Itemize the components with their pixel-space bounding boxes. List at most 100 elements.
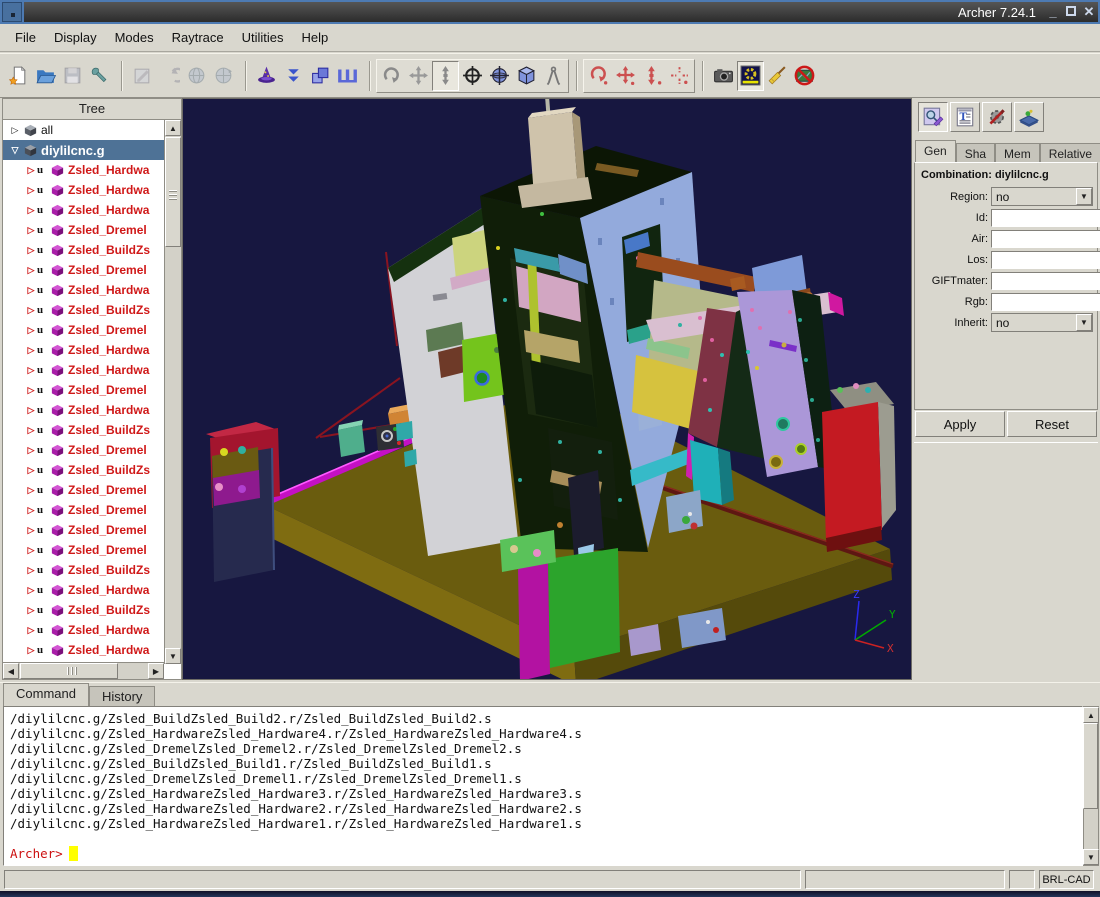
snapshot-camera-button[interactable] [710,61,737,91]
chevron-down-icon[interactable]: ▼ [1076,314,1092,331]
expander-closed-icon[interactable]: ▷ [25,385,37,396]
view-rotate-button[interactable] [378,61,405,91]
expander-closed-icon[interactable]: ▷ [25,365,37,376]
sketch-edit-button[interactable] [129,61,156,91]
expander-open-icon[interactable]: ▽ [9,145,21,156]
tree-item-Zsled_Dremel[interactable]: ▷uZsled_Dremel [3,320,164,340]
expander-closed-icon[interactable]: ▷ [25,265,37,276]
menu-utilities[interactable]: Utilities [233,27,293,48]
menu-help[interactable]: Help [293,27,338,48]
expander-closed-icon[interactable]: ▷ [25,605,37,616]
edit-scale-button[interactable] [639,61,666,91]
expander-closed-icon[interactable]: ▷ [25,565,37,576]
global-translate-button[interactable] [210,61,237,91]
rgb-field[interactable] [991,293,1100,311]
tab-sha[interactable]: Sha [956,143,995,162]
expander-closed-icon[interactable]: ▷ [25,465,37,476]
undo-button[interactable] [156,61,183,91]
console-scrollbar[interactable]: ▲ ▼ [1083,706,1099,866]
tree-item-Zsled_Dremel[interactable]: ▷uZsled_Dremel [3,520,164,540]
scroll-down-icon[interactable]: ▼ [165,648,181,664]
scroll-right-icon[interactable]: ▶ [148,663,164,679]
chevron-down-icon[interactable]: ▼ [1076,188,1092,205]
scroll-left-icon[interactable]: ◀ [3,663,19,679]
menu-raytrace[interactable]: Raytrace [163,27,233,48]
expander-closed-icon[interactable]: ▷ [25,205,37,216]
tree-item-Zsled_Hardwa[interactable]: ▷uZsled_Hardwa [3,280,164,300]
framebuffer-toggle-button[interactable] [737,61,764,91]
tree-item-diylilcnc.g[interactable]: ▽diylilcnc.g [3,140,164,160]
tree-item-Zsled_Hardwa[interactable]: ▷uZsled_Hardwa [3,580,164,600]
view-sphere-button[interactable] [486,61,513,91]
view-center-button[interactable] [459,61,486,91]
tree-item-Zsled_BuildZs[interactable]: ▷uZsled_BuildZs [3,420,164,440]
measure-calipers-button[interactable] [540,61,567,91]
expander-closed-icon[interactable]: ▷ [25,225,37,236]
scroll-up-icon[interactable]: ▲ [1083,707,1099,723]
tree-horizontal-scrollbar[interactable]: ◀ ▶ [3,662,164,679]
titlebar[interactable]: Archer 7.24.1 _ ✕ [0,0,1100,24]
inherit-dropdown[interactable]: no▼ [991,313,1093,332]
raytrace-scene-button[interactable] [1014,102,1044,132]
tree-item-Zsled_Dremel[interactable]: ▷uZsled_Dremel [3,260,164,280]
expander-closed-icon[interactable]: ▷ [25,185,37,196]
tree-item-Zsled_BuildZs[interactable]: ▷uZsled_BuildZs [3,600,164,620]
expander-closed-icon[interactable]: ▷ [25,305,37,316]
view-scale-button[interactable] [432,61,459,91]
menu-file[interactable]: File [6,27,45,48]
tree-item-Zsled_Dremel[interactable]: ▷uZsled_Dremel [3,220,164,240]
expander-closed-icon[interactable]: ▷ [25,285,37,296]
close-button[interactable]: ✕ [1080,3,1098,21]
global-rotate-button[interactable] [183,61,210,91]
edit-translate-button[interactable] [612,61,639,91]
tree-item-Zsled_BuildZs[interactable]: ▷uZsled_BuildZs [3,300,164,320]
console-scroll-thumb[interactable] [1083,723,1098,809]
combination-edit-button[interactable] [918,102,948,132]
tab-relative[interactable]: Relative [1040,143,1100,162]
view-translate-button[interactable] [405,61,432,91]
menu-display[interactable]: Display [45,27,106,48]
tree-item-Zsled_Hardwa[interactable]: ▷uZsled_Hardwa [3,340,164,360]
expander-closed-icon[interactable]: ▷ [25,585,37,596]
tab-history[interactable]: History [89,686,155,706]
edit-center-button[interactable] [666,61,693,91]
tree-item-Zsled_Dremel[interactable]: ▷uZsled_Dremel [3,480,164,500]
expander-closed-icon[interactable]: ▷ [25,245,37,256]
tree-item-Zsled_Hardwa[interactable]: ▷uZsled_Hardwa [3,200,164,220]
expander-closed-icon[interactable]: ▷ [25,345,37,356]
expander-closed-icon[interactable]: ▷ [25,425,37,436]
console-output[interactable]: /diylilcnc.g/Zsled_BuildZsled_Build2.r/Z… [3,706,1083,866]
tree-item-all[interactable]: ▷all [3,120,164,140]
tab-mem[interactable]: Mem [995,143,1040,162]
view-cube-button[interactable] [513,61,540,91]
preferences-wrench-button[interactable] [86,61,113,91]
wizard-hat-button[interactable] [253,61,280,91]
expander-closed-icon[interactable]: ▷ [25,325,37,336]
expander-closed-icon[interactable]: ▷ [25,505,37,516]
tree-item-Zsled_Dremel[interactable]: ▷uZsled_Dremel [3,500,164,520]
tree-item-Zsled_Hardwa[interactable]: ▷uZsled_Hardwa [3,400,164,420]
expander-closed-icon[interactable]: ▷ [25,405,37,416]
region-dropdown[interactable]: no▼ [991,187,1093,206]
tab-command[interactable]: Command [3,683,89,706]
expander-closed-icon[interactable]: ▷ [25,525,37,536]
tree-item-Zsled_Dremel[interactable]: ▷uZsled_Dremel [3,380,164,400]
reset-button[interactable]: Reset [1007,411,1097,437]
duplicate-objects-button[interactable] [307,61,334,91]
expander-closed-icon[interactable]: ▷ [25,165,37,176]
giftmater-field[interactable] [991,272,1100,290]
tree-item-Zsled_Hardwa[interactable]: ▷uZsled_Hardwa [3,620,164,640]
expander-closed-icon[interactable]: ▷ [25,645,37,656]
tree-vertical-scrollbar[interactable]: ▲ ▼ [164,120,181,664]
expander-closed-icon[interactable]: ▷ [25,625,37,636]
scroll-down-icon[interactable]: ▼ [1083,849,1099,865]
tree-item-Zsled_Hardwa[interactable]: ▷uZsled_Hardwa [3,360,164,380]
minimize-button[interactable]: _ [1044,3,1062,21]
expander-closed-icon[interactable]: ▷ [25,445,37,456]
tab-gen[interactable]: Gen [915,140,956,162]
tools-gear-button[interactable] [982,102,1012,132]
tree-item-Zsled_Dremel[interactable]: ▷uZsled_Dremel [3,440,164,460]
tree-hscroll-thumb[interactable] [20,663,118,679]
id-field[interactable] [991,209,1100,227]
tree-item-Zsled_BuildZs[interactable]: ▷uZsled_BuildZs [3,460,164,480]
